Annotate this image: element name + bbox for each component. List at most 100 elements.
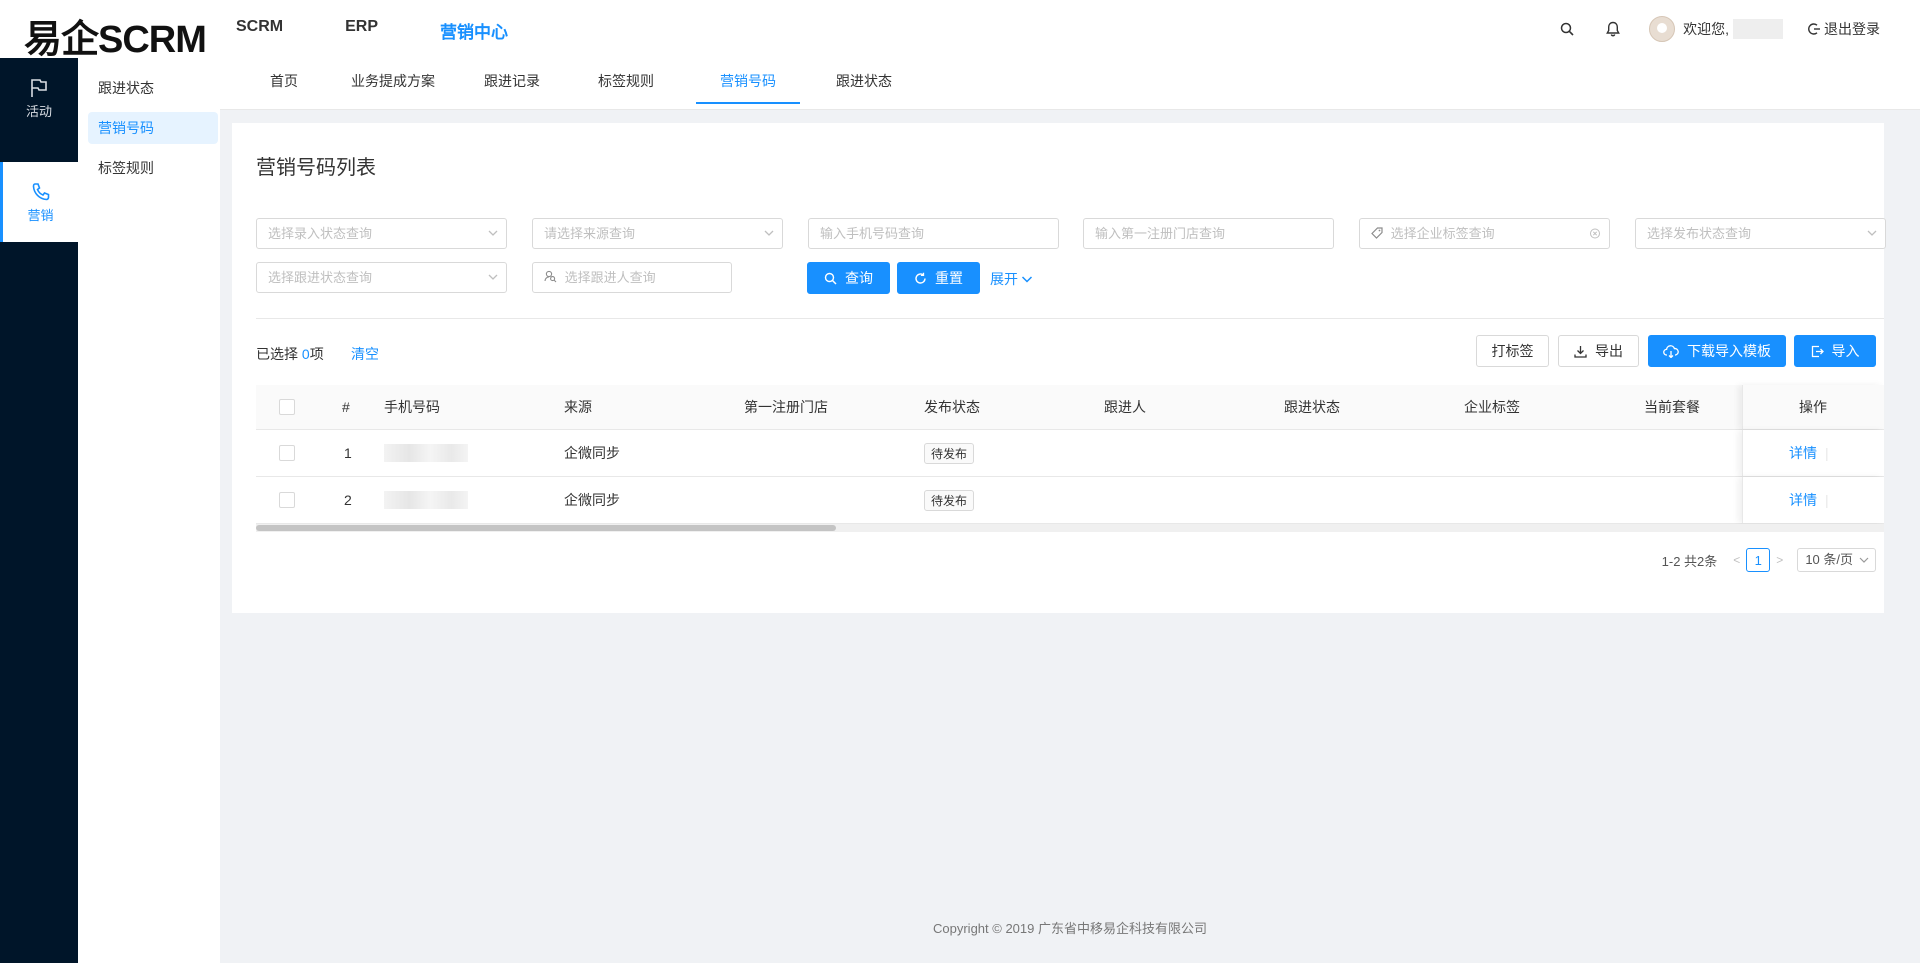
col-enterprise-tag: 企业标签	[1464, 399, 1520, 415]
user-search-icon	[544, 264, 557, 293]
selected-prefix: 已选择	[256, 346, 298, 362]
search-button[interactable]: 查询	[807, 262, 890, 294]
top-nav-marketing-center[interactable]: 营销中心	[440, 18, 508, 43]
page-tabs: 首页 业务提成方案 跟进记录 标签规则 营销号码 跟进状态	[220, 58, 1920, 110]
col-follow-status: 跟进状态	[1284, 399, 1340, 415]
enterprise-tag-select[interactable]: 选择企业标签查询	[1359, 218, 1610, 249]
chevron-down-icon	[488, 263, 498, 302]
chevron-down-icon	[1859, 549, 1869, 578]
logout-button[interactable]: 退出登录	[1807, 19, 1880, 39]
button-label: 打标签	[1491, 343, 1534, 359]
chevron-down-icon	[488, 219, 498, 258]
clear-circle-icon[interactable]	[1589, 219, 1601, 258]
chevron-down-icon	[764, 219, 774, 258]
first-store-input[interactable]: 输入第一注册门店查询	[1083, 218, 1334, 249]
input-placeholder: 输入手机号码查询	[820, 226, 925, 241]
tab-commission-plan[interactable]: 业务提成方案	[349, 58, 437, 104]
horizontal-scrollbar[interactable]	[256, 524, 1884, 532]
tab-follow-status[interactable]: 跟进状态	[834, 58, 894, 104]
download-template-button[interactable]: 下载导入模板	[1648, 335, 1786, 367]
tag-button[interactable]: 打标签	[1476, 335, 1549, 367]
col-phone: 手机号码	[384, 399, 440, 415]
select-placeholder: 选择企业标签查询	[1390, 226, 1495, 241]
import-button[interactable]: 导入	[1794, 335, 1876, 367]
col-first-store: 第一注册门店	[744, 399, 828, 415]
detail-link[interactable]: 详情	[1789, 430, 1817, 476]
button-label: 导出	[1595, 343, 1623, 359]
tab-marketing-number[interactable]: 营销号码	[696, 58, 800, 104]
publish-status-select[interactable]: 选择发布状态查询	[1635, 218, 1886, 249]
scrollbar-thumb[interactable]	[256, 525, 836, 531]
selected-suffix: 项	[309, 346, 324, 362]
action-separator: |	[1825, 492, 1829, 508]
col-source: 来源	[564, 399, 592, 415]
row-index: 2	[344, 492, 352, 508]
input-placeholder: 输入第一注册门店查询	[1095, 226, 1226, 241]
submenu-item-marketing-number[interactable]: 营销号码	[88, 112, 218, 144]
tab-tag-rules[interactable]: 标签规则	[596, 58, 656, 104]
entry-status-select[interactable]: 选择录入状态查询	[256, 218, 507, 249]
user-avatar[interactable]	[1649, 16, 1676, 42]
bell-icon[interactable]	[1603, 19, 1623, 39]
top-nav: SCRM ERP 营销中心	[236, 18, 570, 43]
col-follower: 跟进人	[1104, 399, 1146, 415]
prev-page-icon[interactable]: <	[1733, 553, 1740, 567]
header-actions: 欢迎您, 退出登录	[1557, 16, 1880, 42]
app-logo[interactable]: 易企SCRM	[24, 8, 207, 63]
sidebar-item-label: 活动	[25, 103, 52, 119]
status-badge: 待发布	[924, 489, 975, 511]
search-icon	[824, 272, 837, 285]
phone-input[interactable]: 输入手机号码查询	[808, 218, 1059, 249]
button-label: 下载导入模板	[1687, 343, 1771, 359]
numbers-table: # 手机号码 来源 第一注册门店 发布状态 跟进人 跟进状态 企业标签 当前套餐…	[256, 385, 1884, 532]
flag-icon	[31, 78, 47, 97]
logout-label: 退出登录	[1824, 21, 1880, 37]
clear-selection-link[interactable]: 清空	[351, 344, 379, 364]
sidebar-item-activity[interactable]: 活动	[0, 58, 78, 138]
sub-menu: 跟进状态 营销号码 标签规则	[78, 58, 220, 963]
row-checkbox[interactable]	[279, 477, 295, 523]
row-source: 企微同步	[564, 445, 620, 461]
top-nav-erp[interactable]: ERP	[345, 18, 378, 43]
pagination-summary: 1-2 共2条	[1661, 553, 1718, 569]
table-header: # 手机号码 来源 第一注册门店 发布状态 跟进人 跟进状态 企业标签 当前套餐…	[256, 385, 1884, 430]
sidebar-item-label: 营销	[27, 207, 54, 223]
page-number-button[interactable]: 1	[1746, 548, 1771, 572]
row-checkbox[interactable]	[279, 430, 295, 476]
search-icon[interactable]	[1557, 19, 1577, 39]
action-cell: 详情 |	[1742, 430, 1884, 476]
export-button[interactable]: 导出	[1558, 335, 1639, 367]
user-name-redacted	[1733, 19, 1783, 39]
button-label: 重置	[935, 270, 963, 286]
follower-select[interactable]: 选择跟进人查询	[532, 262, 732, 293]
row-phone-redacted	[384, 430, 468, 476]
detail-link[interactable]: 详情	[1789, 477, 1817, 523]
action-separator: |	[1825, 445, 1829, 461]
row-source: 企微同步	[564, 492, 620, 508]
copyright-footer: Copyright © 2019 广东省中移易企科技有限公司	[933, 921, 1207, 936]
source-select[interactable]: 请选择来源查询	[532, 218, 783, 249]
next-page-icon[interactable]: >	[1776, 553, 1783, 567]
reset-button[interactable]: 重置	[897, 262, 980, 294]
phone-icon	[32, 182, 49, 200]
row-phone-redacted	[384, 477, 468, 523]
pagination: 1-2 共2条 < 1 > 10 条/页	[1662, 548, 1876, 572]
follow-status-select[interactable]: 选择跟进状态查询	[256, 262, 507, 293]
select-all-checkbox[interactable]	[279, 385, 295, 429]
submenu-item-follow-status[interactable]: 跟进状态	[88, 72, 218, 104]
tab-follow-records[interactable]: 跟进记录	[482, 58, 542, 104]
filter-divider	[256, 318, 1884, 319]
select-placeholder: 选择跟进状态查询	[268, 270, 373, 285]
main-sidebar: 活动 营销	[0, 58, 78, 963]
download-icon	[1574, 345, 1587, 358]
top-nav-scrm[interactable]: SCRM	[236, 18, 283, 43]
page-size-select[interactable]: 10 条/页	[1797, 548, 1876, 572]
row-publish-status: 待发布	[924, 430, 975, 476]
tab-home[interactable]: 首页	[264, 58, 304, 104]
select-placeholder: 选择跟进人查询	[564, 270, 656, 285]
status-badge: 待发布	[924, 442, 975, 464]
button-label: 查询	[845, 270, 873, 286]
expand-link[interactable]: 展开	[990, 269, 1033, 289]
submenu-item-tag-rules[interactable]: 标签规则	[88, 152, 218, 184]
sidebar-item-marketing[interactable]: 营销	[0, 162, 78, 242]
